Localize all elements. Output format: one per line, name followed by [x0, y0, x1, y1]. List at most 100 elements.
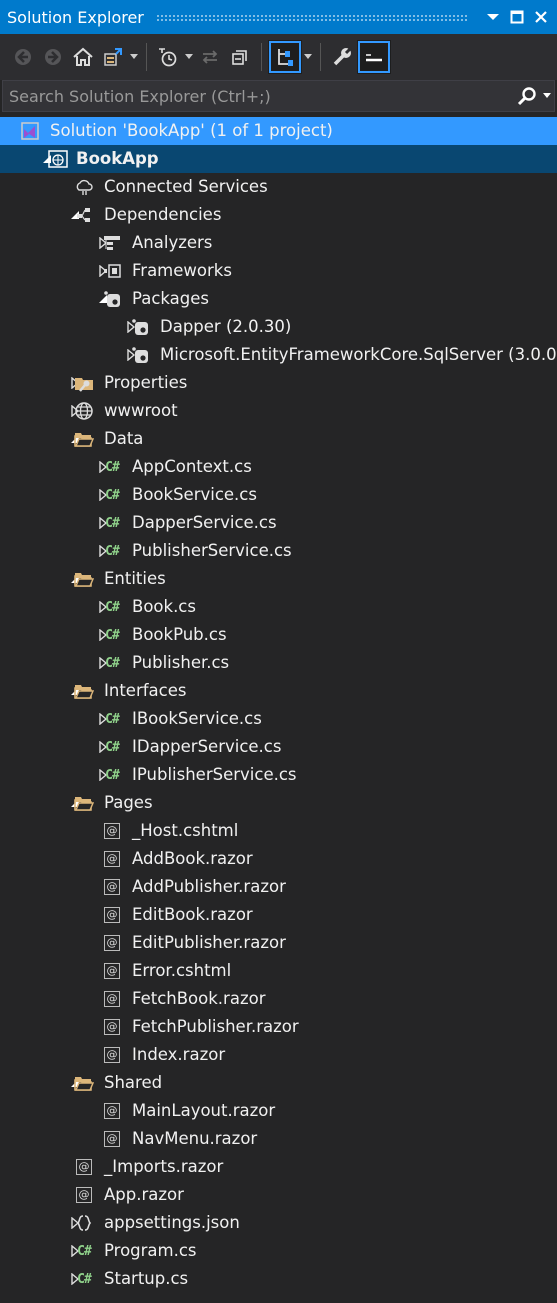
tree-item-host-cshtml[interactable]: @ _Host.cshtml [0, 817, 557, 845]
tree-item-app-razor[interactable]: @ App.razor [0, 1181, 557, 1209]
tree-item-data[interactable]: Data [0, 425, 557, 453]
tree-item-ibookservice-cs[interactable]: C# IBookService.cs [0, 705, 557, 733]
tree-item-dapperservice-cs[interactable]: C# DapperService.cs [0, 509, 557, 537]
tree-item-editbook-razor[interactable]: @ EditBook.razor [0, 901, 557, 929]
window-title: Solution Explorer [7, 7, 144, 27]
maximize-icon[interactable] [505, 0, 529, 34]
tree-item-publisherservice-cs[interactable]: C# PublisherService.cs [0, 537, 557, 565]
tree-item-idapperservice-cs[interactable]: C# IDapperService.cs [0, 733, 557, 761]
tree-item-error-cshtml[interactable]: @ Error.cshtml [0, 957, 557, 985]
tree-item-label: Data [104, 429, 144, 448]
properties-folder-icon [74, 373, 94, 393]
tree-item-label: Program.cs [104, 1241, 197, 1260]
tree-item-pages[interactable]: Pages [0, 789, 557, 817]
tree-item-wwwroot[interactable]: wwwroot [0, 397, 557, 425]
tree-item-startup-cs[interactable]: C# Startup.cs [0, 1265, 557, 1293]
tree-item-label: BookService.cs [132, 485, 257, 504]
tree-item-label: PublisherService.cs [132, 541, 292, 560]
search-input[interactable] [3, 81, 514, 111]
tree-item-appsettings-json[interactable]: appsettings.json [0, 1209, 557, 1237]
tree-item-label: IPublisherService.cs [132, 765, 297, 784]
filter-dropdown-icon[interactable] [183, 40, 195, 74]
tree-item-label: appsettings.json [104, 1213, 240, 1232]
properties-icon[interactable] [327, 40, 357, 74]
show-all-files-icon[interactable] [268, 40, 302, 74]
back-icon[interactable] [8, 40, 38, 74]
tree-item-fetchbook-razor[interactable]: @ FetchBook.razor [0, 985, 557, 1013]
tree-item-fetchpublisher-razor[interactable]: @ FetchPublisher.razor [0, 1013, 557, 1041]
pending-changes-filter-icon[interactable] [153, 40, 183, 74]
tree-item-label: EditBook.razor [132, 905, 253, 924]
tree-item-frameworks[interactable]: Frameworks [0, 257, 557, 285]
globe-icon [74, 401, 94, 421]
tree-item-addpublisher-razor[interactable]: @ AddPublisher.razor [0, 873, 557, 901]
close-icon[interactable] [529, 0, 553, 34]
tree-item-label: _Host.cshtml [132, 821, 239, 840]
title-grip[interactable] [155, 13, 469, 21]
tree-item-connected-services[interactable]: Connected Services [0, 173, 557, 201]
sync-icon[interactable] [195, 40, 225, 74]
tree-item-navmenu-razor[interactable]: @ NavMenu.razor [0, 1125, 557, 1153]
razor-file-icon: @ [102, 961, 122, 981]
tree-item-entities[interactable]: Entities [0, 565, 557, 593]
razor-file-icon: @ [102, 821, 122, 841]
search-options-dropdown-icon[interactable] [540, 93, 554, 99]
tree-item-shared[interactable]: Shared [0, 1069, 557, 1097]
csharp-file-icon: C# [105, 487, 120, 503]
tree-item-editpublisher-razor[interactable]: @ EditPublisher.razor [0, 929, 557, 957]
tree-item-label: AppContext.cs [132, 457, 252, 476]
show-all-dropdown-icon[interactable] [302, 40, 314, 74]
frameworks-icon [102, 261, 122, 281]
tree-item-label: _Imports.razor [104, 1157, 224, 1176]
tree-item-publisher-cs[interactable]: C# Publisher.cs [0, 649, 557, 677]
collapse-all-icon[interactable] [225, 40, 255, 74]
tree-item-dependencies[interactable]: Dependencies [0, 201, 557, 229]
tree-item-label: Dapper (2.0.30) [160, 317, 292, 336]
tree-item-bookapp[interactable]: BookApp [0, 145, 557, 173]
csharp-file-icon: C# [105, 767, 120, 783]
tree-item-bookservice-cs[interactable]: C# BookService.cs [0, 481, 557, 509]
tree-item-addbook-razor[interactable]: @ AddBook.razor [0, 845, 557, 873]
tree-item-label: Pages [104, 793, 153, 812]
tree-item-label: Solution 'BookApp' (1 of 1 project) [50, 121, 333, 140]
folder-open-icon [74, 1073, 94, 1093]
search-box[interactable] [2, 80, 555, 112]
tree-item-appcontext-cs[interactable]: C# AppContext.cs [0, 453, 557, 481]
solution-tree: Solution 'BookApp' (1 of 1 project) BookA… [0, 117, 557, 1293]
switch-views-dropdown-icon[interactable] [128, 40, 140, 74]
tree-item-label: Interfaces [104, 681, 187, 700]
tree-item-index-razor[interactable]: @ Index.razor [0, 1041, 557, 1069]
tree-item-imports-razor[interactable]: @ _Imports.razor [0, 1153, 557, 1181]
csharp-file-icon: C# [105, 543, 120, 559]
folder-open-icon [74, 681, 94, 701]
tree-item-label: wwwroot [104, 401, 178, 420]
web-project-icon [48, 149, 68, 169]
tree-item-dapper-2-0-30[interactable]: Dapper (2.0.30) [0, 313, 557, 341]
title-bar[interactable]: Solution Explorer [0, 0, 557, 34]
razor-file-icon: @ [102, 849, 122, 869]
tree-item-label: Shared [104, 1073, 163, 1092]
tree-item-interfaces[interactable]: Interfaces [0, 677, 557, 705]
tree-item-packages[interactable]: Packages [0, 285, 557, 313]
csharp-file-icon: C# [105, 655, 120, 671]
tree-item-bookpub-cs[interactable]: C# BookPub.cs [0, 621, 557, 649]
search-icon[interactable] [514, 86, 540, 106]
dependencies-icon [74, 205, 94, 225]
tree-item-ipublisherservice-cs[interactable]: C# IPublisherService.cs [0, 761, 557, 789]
razor-file-icon: @ [74, 1185, 94, 1205]
forward-icon[interactable] [38, 40, 68, 74]
preview-selected-icon[interactable] [357, 40, 391, 74]
toolbar [0, 34, 557, 80]
tree-item-mainlayout-razor[interactable]: @ MainLayout.razor [0, 1097, 557, 1125]
tree-item-microsoft-entityframeworkcore-sqlserver-3-0-0[interactable]: Microsoft.EntityFrameworkCore.SqlServer … [0, 341, 557, 369]
tree-item-analyzers[interactable]: Analyzers [0, 229, 557, 257]
home-icon[interactable] [68, 40, 98, 74]
switch-views-icon[interactable] [98, 40, 128, 74]
tree-item-solution-bookapp-1-of-1-project[interactable]: Solution 'BookApp' (1 of 1 project) [0, 117, 557, 145]
window-menu-dropdown-icon[interactable] [481, 0, 505, 34]
tree-item-book-cs[interactable]: C# Book.cs [0, 593, 557, 621]
tree-item-label: Error.cshtml [132, 961, 232, 980]
tree-item-program-cs[interactable]: C# Program.cs [0, 1237, 557, 1265]
tree-item-properties[interactable]: Properties [0, 369, 557, 397]
tree-item-label: Startup.cs [104, 1269, 189, 1288]
